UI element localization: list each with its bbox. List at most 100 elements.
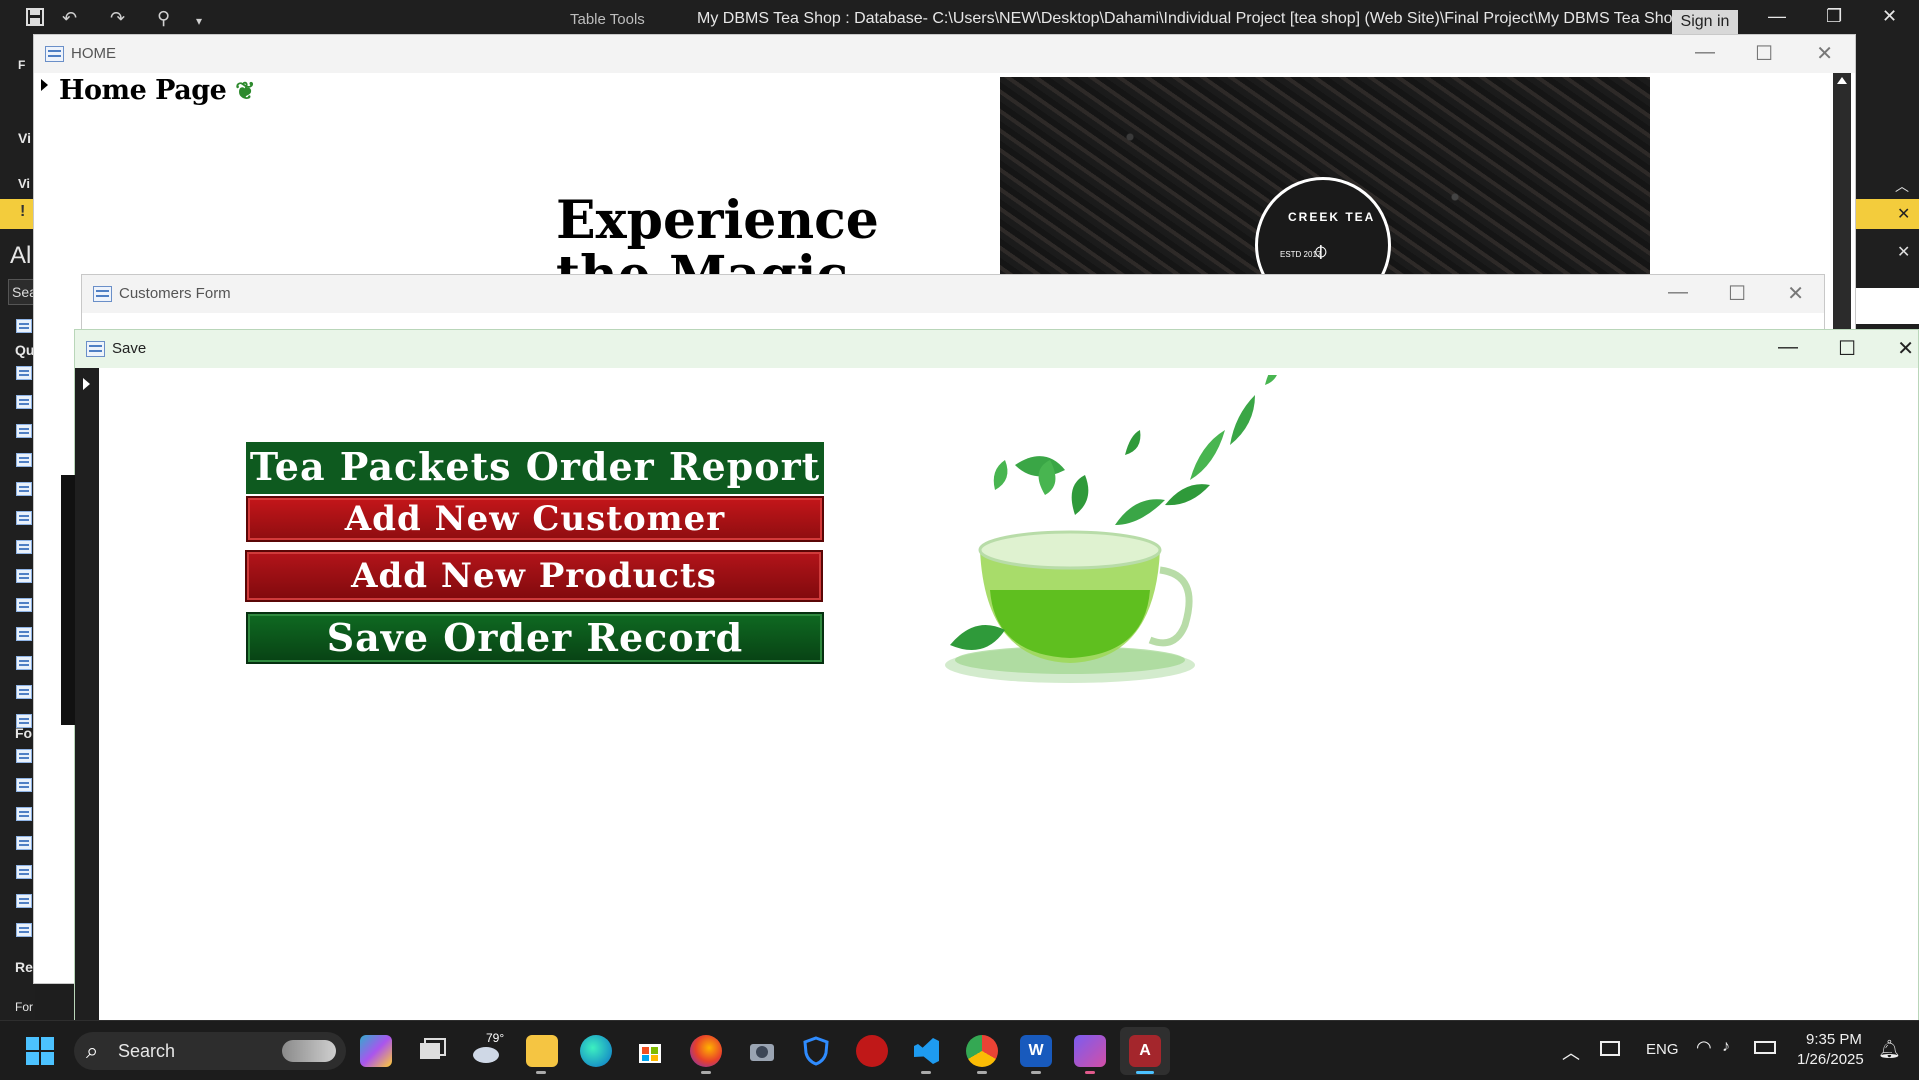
save-titlebar: Save — ☐ ✕ — [75, 330, 1918, 368]
show-hidden-icons-icon[interactable]: ︿ — [1562, 1039, 1580, 1065]
task-view-icon[interactable] — [416, 1035, 448, 1067]
maximize-icon[interactable]: ☐ — [1755, 41, 1773, 66]
word-icon[interactable]: W — [1020, 1035, 1052, 1067]
nav-form-item[interactable]: For — [15, 1000, 33, 1014]
clock-date[interactable]: 1/26/2025 — [1797, 1051, 1864, 1068]
vscode-icon[interactable] — [910, 1035, 942, 1067]
notification-bell-icon[interactable]: 🔔︎ — [1878, 1039, 1901, 1060]
query-icon[interactable] — [16, 598, 32, 612]
minimize-icon[interactable]: — — [1778, 336, 1798, 359]
tablet-icon[interactable] — [1600, 1041, 1620, 1056]
app-icon[interactable] — [856, 1035, 888, 1067]
query-icon[interactable] — [16, 482, 32, 496]
form-icon — [86, 341, 105, 357]
close-icon[interactable]: ✕ — [1787, 281, 1804, 306]
query-icon[interactable] — [16, 511, 32, 525]
firefox-icon[interactable] — [690, 1035, 722, 1067]
sign-in-button[interactable]: Sign in — [1672, 10, 1738, 34]
defender-icon[interactable] — [800, 1035, 832, 1067]
camera-icon[interactable] — [746, 1035, 778, 1067]
close-icon[interactable]: ✕ — [1816, 41, 1833, 66]
clock-time[interactable]: 9:35 PM — [1806, 1031, 1862, 1048]
taskbar-search[interactable]: ⌕ Search — [74, 1032, 346, 1070]
running-indicator — [536, 1071, 546, 1074]
save-window-title: Save — [112, 340, 147, 357]
form-icon[interactable] — [16, 865, 32, 879]
close-icon[interactable]: ✕ — [1897, 204, 1910, 224]
customers-window-title: Customers Form — [119, 285, 231, 302]
store-icon[interactable] — [634, 1035, 666, 1067]
minimize-icon[interactable]: — — [1668, 281, 1688, 304]
nav-group-forms[interactable]: Fo — [15, 725, 32, 741]
scroll-up-icon[interactable] — [1837, 77, 1847, 84]
close-icon[interactable]: ✕ — [1897, 242, 1910, 262]
copilot-icon[interactable] — [360, 1035, 392, 1067]
logo-text: CREEK TEA — [1288, 210, 1376, 224]
tea-packets-order-report-button[interactable]: Tea Packets Order Report — [246, 442, 824, 494]
maximize-icon[interactable]: ☐ — [1838, 336, 1856, 361]
edge-icon[interactable] — [580, 1035, 612, 1067]
clipchamp-icon[interactable] — [1074, 1035, 1106, 1067]
search-icon: ⌕ — [86, 1038, 99, 1063]
nav-all-objects[interactable]: Al — [10, 242, 31, 270]
close-icon[interactable]: ✕ — [1882, 6, 1897, 27]
close-icon[interactable]: ✕ — [1897, 336, 1914, 361]
save-icon[interactable] — [26, 8, 44, 31]
customers-titlebar: Customers Form — ☐ ✕ — [82, 275, 1824, 313]
nav-search-box[interactable]: Sea — [8, 279, 37, 305]
query-icon[interactable] — [16, 453, 32, 467]
query-icon[interactable] — [16, 366, 32, 380]
redo-icon[interactable]: ↷ — [110, 8, 125, 29]
search-label: Search — [118, 1041, 176, 1061]
restore-icon[interactable]: ❐ — [1826, 6, 1842, 27]
form-icon[interactable] — [16, 836, 32, 850]
maximize-icon[interactable]: ☐ — [1728, 281, 1746, 306]
form-icon[interactable] — [16, 894, 32, 908]
minimize-icon[interactable]: — — [1768, 6, 1786, 27]
customize-icon[interactable]: ▾ — [196, 14, 202, 28]
nav-label-f: F — [18, 58, 26, 72]
language-indicator[interactable]: ENG — [1646, 1041, 1679, 1058]
query-icon[interactable] — [16, 395, 32, 409]
record-selector[interactable] — [34, 73, 56, 983]
minimize-icon[interactable]: — — [1695, 41, 1715, 64]
save-order-record-button[interactable]: Save Order Record — [246, 612, 824, 664]
query-icon[interactable] — [16, 424, 32, 438]
undo-icon[interactable]: ↶ — [62, 8, 77, 29]
chrome-icon[interactable] — [966, 1035, 998, 1067]
form-icon[interactable] — [16, 749, 32, 763]
tea-leaves-image: CREEK TEA ⌽ ESTD 2017 — [1000, 77, 1650, 277]
running-indicator — [921, 1071, 931, 1074]
nav-group-reports[interactable]: Re — [15, 959, 33, 975]
record-selector[interactable] — [75, 368, 99, 1020]
file-explorer-icon[interactable] — [526, 1035, 558, 1067]
brush-icon[interactable]: ⚲ — [157, 8, 170, 29]
form-icon[interactable] — [16, 778, 32, 792]
app-title-bar: ↶ ↷ ⚲ ▾ Table Tools My DBMS Tea Shop : D… — [0, 0, 1919, 36]
volume-icon[interactable]: ♪ — [1722, 1038, 1730, 1056]
nav-label-views: Vi — [18, 176, 31, 191]
table-icon[interactable] — [16, 319, 32, 333]
query-icon[interactable] — [16, 627, 32, 641]
record-arrow-icon — [83, 378, 90, 390]
form-icon[interactable] — [16, 923, 32, 937]
query-icon[interactable] — [16, 569, 32, 583]
start-icon[interactable] — [24, 1035, 56, 1067]
warning-bar: ! — [0, 199, 35, 229]
table-tools-label: Table Tools — [570, 11, 645, 28]
nav-group-queries[interactable]: Qu — [15, 342, 34, 358]
battery-icon[interactable] — [1754, 1041, 1776, 1054]
home-page-title: Home Page ❦ — [59, 75, 255, 106]
query-icon[interactable] — [16, 656, 32, 670]
access-icon[interactable]: A — [1129, 1035, 1161, 1067]
wifi-icon[interactable]: ◠ — [1696, 1037, 1712, 1058]
query-icon[interactable] — [16, 685, 32, 699]
taskbar: ⌕ Search 79° W A ︿ ENG ◠ ♪ 9:35 PM 1/26/… — [0, 1020, 1919, 1080]
query-icon[interactable] — [16, 540, 32, 554]
add-new-customer-button[interactable]: Add New Customer — [246, 496, 824, 542]
add-new-products-button[interactable]: Add New Products — [245, 550, 823, 602]
weather-temp: 79° — [486, 1031, 505, 1045]
collapse-ribbon-icon[interactable]: ︿ — [1895, 176, 1909, 196]
running-indicator — [1031, 1071, 1041, 1074]
form-icon[interactable] — [16, 807, 32, 821]
